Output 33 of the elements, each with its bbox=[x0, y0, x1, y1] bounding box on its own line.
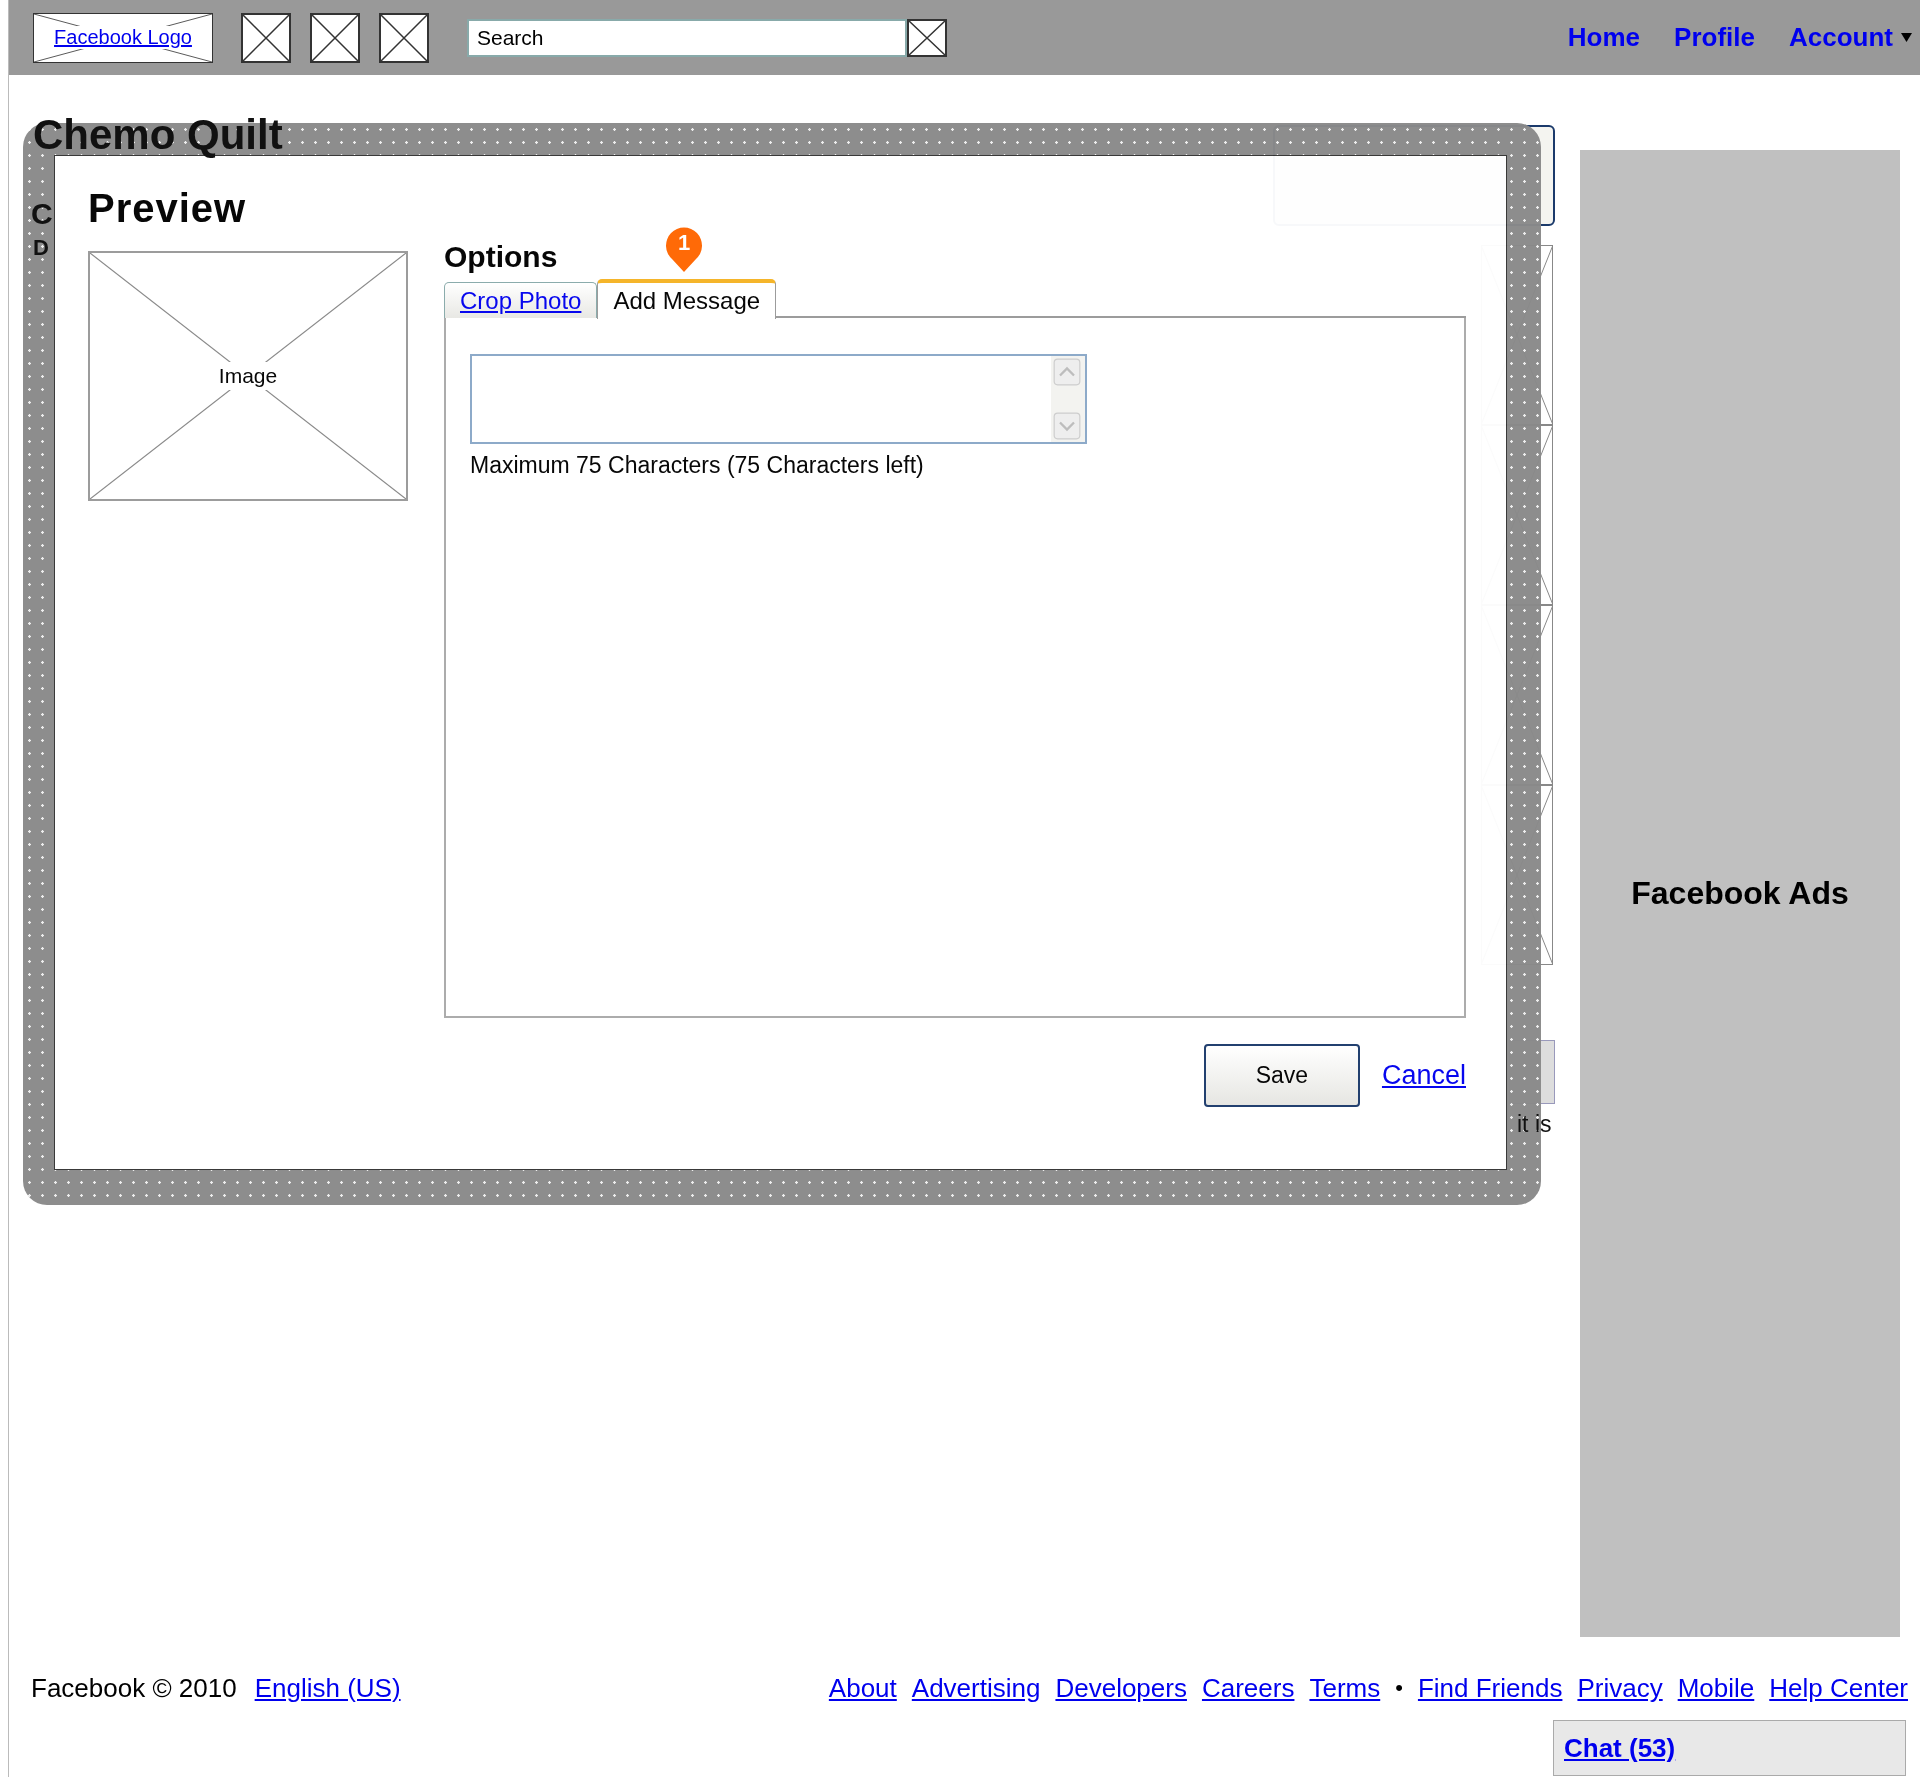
dialog-title: Preview bbox=[88, 186, 248, 231]
footer-link[interactable]: Help Center bbox=[1769, 1672, 1908, 1704]
image-placeholder-icon[interactable] bbox=[379, 12, 429, 63]
options-heading: Options bbox=[444, 240, 559, 274]
footer-link[interactable]: Terms bbox=[1309, 1672, 1381, 1704]
cancel-link[interactable]: Cancel bbox=[1381, 1060, 1466, 1091]
message-field[interactable] bbox=[470, 354, 1087, 444]
search-button-icon[interactable] bbox=[907, 18, 947, 57]
footer-link[interactable]: About bbox=[828, 1672, 897, 1704]
partial-heading: C bbox=[31, 199, 53, 229]
image-placeholder-icon[interactable] bbox=[241, 12, 291, 63]
caret-icon bbox=[1901, 33, 1912, 42]
footer-link[interactable]: Privacy bbox=[1577, 1672, 1663, 1704]
character-limit-text: Maximum 75 Characters (75 Characters left) bbox=[470, 452, 925, 479]
footer-link[interactable]: Find Friends bbox=[1417, 1672, 1563, 1704]
partial-label: D bbox=[33, 237, 49, 259]
chat-link[interactable]: Chat (53) bbox=[1564, 1732, 1676, 1764]
ads-label: Facebook Ads bbox=[1631, 875, 1849, 912]
partial-text: it is bbox=[1517, 1111, 1552, 1138]
callout-marker: 1 bbox=[664, 226, 704, 274]
language-link[interactable]: English (US) bbox=[254, 1672, 401, 1704]
search-field[interactable]: Search bbox=[467, 18, 907, 57]
tab[interactable]: Crop Photo bbox=[444, 282, 598, 318]
save-button[interactable]: Save bbox=[1203, 1044, 1360, 1107]
footer-link[interactable]: Advertising bbox=[911, 1672, 1041, 1704]
copyright-text: Facebook © 2010 bbox=[31, 1672, 237, 1704]
separator-dot: • bbox=[1395, 1675, 1403, 1701]
image-placeholder-icon[interactable] bbox=[310, 12, 360, 63]
logo-link[interactable]: Facebook Logo bbox=[33, 12, 213, 63]
footer-link[interactable]: Mobile bbox=[1677, 1672, 1755, 1704]
footer-link[interactable]: Careers bbox=[1201, 1672, 1295, 1704]
tab[interactable]: Add Message bbox=[597, 279, 777, 319]
footer-link[interactable]: Developers bbox=[1055, 1672, 1187, 1704]
